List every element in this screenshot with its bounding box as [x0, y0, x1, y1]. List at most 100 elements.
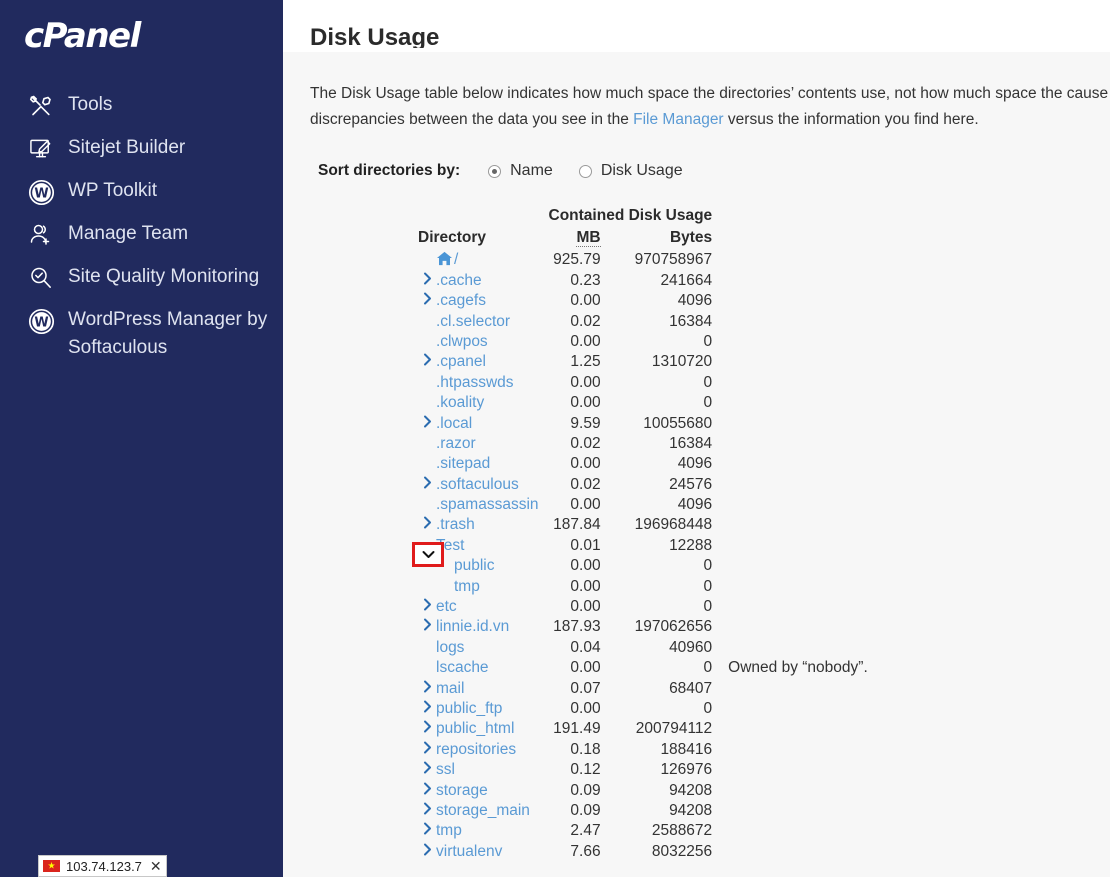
directory-link[interactable]: .softaculous	[436, 476, 519, 493]
sidebar-item-tools[interactable]: Tools	[0, 84, 283, 127]
chevron-right-icon[interactable]	[418, 802, 436, 818]
directory-link[interactable]: .htpasswds	[436, 374, 514, 391]
home-icon[interactable]	[436, 251, 454, 266]
note-cell	[712, 779, 868, 799]
directory-link[interactable]: public_ftp	[436, 700, 502, 717]
radio-name-indicator[interactable]	[488, 164, 502, 178]
bytes-cell: 970758967	[634, 251, 713, 269]
directory-link[interactable]: virtualenv	[436, 843, 502, 860]
directory-link[interactable]: .cache	[436, 272, 482, 289]
mb-cell: 191.49	[553, 720, 601, 738]
bytes-cell: 241664	[660, 271, 713, 289]
chevron-down-icon[interactable]	[415, 545, 441, 564]
note-cell	[712, 453, 868, 473]
directory-link[interactable]: mail	[436, 680, 464, 697]
directory-link[interactable]: .cl.selector	[436, 313, 510, 330]
mb-cell: 187.84	[553, 516, 601, 534]
directory-link[interactable]: .koality	[436, 394, 484, 411]
directory-link[interactable]: /	[454, 251, 458, 268]
sort-option-disk-usage[interactable]: Disk Usage	[578, 162, 683, 180]
header-directory[interactable]: Directory	[418, 207, 549, 249]
bytes-cell: 10055680	[643, 414, 713, 432]
intro-text-3: versus the information you find here.	[723, 110, 979, 128]
directory-link[interactable]: tmp	[436, 822, 462, 839]
sidebar-item-wordpress-manager-by-softaculous[interactable]: W WordPress Manager by Softaculous	[0, 299, 283, 369]
chevron-right-icon[interactable]	[418, 822, 436, 838]
directory-link[interactable]: repositories	[436, 741, 516, 758]
chevron-right-icon[interactable]	[418, 272, 436, 288]
chevron-right-icon[interactable]	[418, 720, 436, 736]
header-bytes[interactable]: Bytes	[601, 229, 712, 249]
directory-link[interactable]: public	[454, 557, 495, 574]
manage-team-icon	[24, 221, 58, 249]
header-mb[interactable]: MB	[549, 229, 601, 249]
sidebar-item-site-quality-monitoring[interactable]: Site Quality Monitoring	[0, 256, 283, 299]
chevron-right-icon[interactable]	[418, 680, 436, 696]
bytes-cell: 0	[703, 557, 713, 575]
bytes-cell: 94208	[669, 801, 713, 819]
chevron-right-icon[interactable]	[418, 292, 436, 308]
directory-link[interactable]: .cagefs	[436, 292, 486, 309]
chevron-right-icon[interactable]	[418, 700, 436, 716]
sidebar-item-wp-toolkit[interactable]: W WP Toolkit	[0, 170, 283, 213]
directory-link[interactable]: tmp	[454, 578, 480, 595]
directory-link[interactable]: linnie.id.vn	[436, 618, 509, 635]
directory-link[interactable]: storage_main	[436, 802, 530, 819]
sidebar-item-manage-team[interactable]: Manage Team	[0, 213, 283, 256]
directory-link[interactable]: lscache	[436, 659, 489, 676]
mb-cell: 0.12	[570, 761, 601, 779]
mb-cell: 0.00	[570, 373, 601, 391]
chevron-right-icon[interactable]	[418, 516, 436, 532]
chevron-right-icon[interactable]	[418, 598, 436, 614]
bytes-cell: 4096	[677, 292, 713, 310]
directory-link[interactable]: .razor	[436, 435, 476, 452]
table-row: etc 0.00 0	[418, 596, 868, 616]
sidebar-item-sitejet-builder[interactable]: Sitejet Builder	[0, 127, 283, 170]
mb-cell: 9.59	[570, 414, 601, 432]
directory-link[interactable]: .trash	[436, 516, 475, 533]
directory-cell: logs	[418, 636, 549, 656]
header-contained-disk-usage: Contained Disk Usage	[548, 207, 713, 224]
chevron-right-icon[interactable]	[418, 741, 436, 757]
directory-link[interactable]: .clwpos	[436, 333, 488, 350]
file-manager-link[interactable]: File Manager	[633, 111, 723, 128]
table-row: linnie.id.vn 187.93 197062656	[418, 616, 868, 636]
directory-link[interactable]: logs	[436, 639, 464, 656]
table-row: ssl 0.12 126976	[418, 759, 868, 779]
table-row: .cagefs 0.00 4096	[418, 290, 868, 310]
directory-link[interactable]: etc	[436, 598, 457, 615]
sort-option-name[interactable]: Name	[488, 162, 553, 180]
header-mb-label: MB	[576, 229, 601, 247]
directory-link[interactable]: .spamassassin	[436, 496, 539, 513]
chevron-right-icon[interactable]	[418, 761, 436, 777]
directory-link[interactable]: .cpanel	[436, 353, 486, 370]
cpanel-disk-usage-page: cPanel Tools Sitejet Builder W WP Toolkit Ma…	[0, 0, 1110, 877]
ip-badge[interactable]: 103.74.123.7 ✕	[38, 855, 167, 877]
chevron-right-icon[interactable]	[418, 843, 436, 859]
note-cell	[712, 840, 868, 860]
sitejet-builder-icon	[24, 135, 58, 163]
chevron-right-icon[interactable]	[418, 476, 436, 492]
directory-cell: repositories	[418, 738, 549, 758]
directory-link[interactable]: public_html	[436, 720, 514, 737]
chevron-right-icon[interactable]	[418, 618, 436, 634]
directory-link[interactable]: .local	[436, 415, 472, 432]
table-row: public_html 191.49 200794112	[418, 718, 868, 738]
table-head: Directory Contained Disk Usage MB Bytes	[418, 207, 868, 249]
directory-link[interactable]: storage	[436, 782, 488, 799]
bytes-cell: 4096	[677, 496, 713, 514]
close-icon[interactable]: ✕	[148, 859, 162, 873]
disk-usage-table: Directory Contained Disk Usage MB Bytes …	[412, 207, 868, 861]
chevron-right-icon[interactable]	[418, 415, 436, 431]
directory-link[interactable]: ssl	[436, 761, 455, 778]
note-cell	[712, 800, 868, 820]
directory-cell: linnie.id.vn	[418, 616, 549, 636]
directory-cell: virtualenv	[418, 840, 549, 860]
tools-icon	[24, 92, 58, 120]
radio-disk-usage-indicator[interactable]	[578, 164, 592, 178]
chevron-right-icon[interactable]	[418, 782, 436, 798]
cpanel-logo[interactable]: cPanel	[24, 14, 141, 58]
bytes-cell: 0	[703, 598, 713, 616]
chevron-right-icon[interactable]	[418, 353, 436, 369]
directory-link[interactable]: .sitepad	[436, 455, 490, 472]
